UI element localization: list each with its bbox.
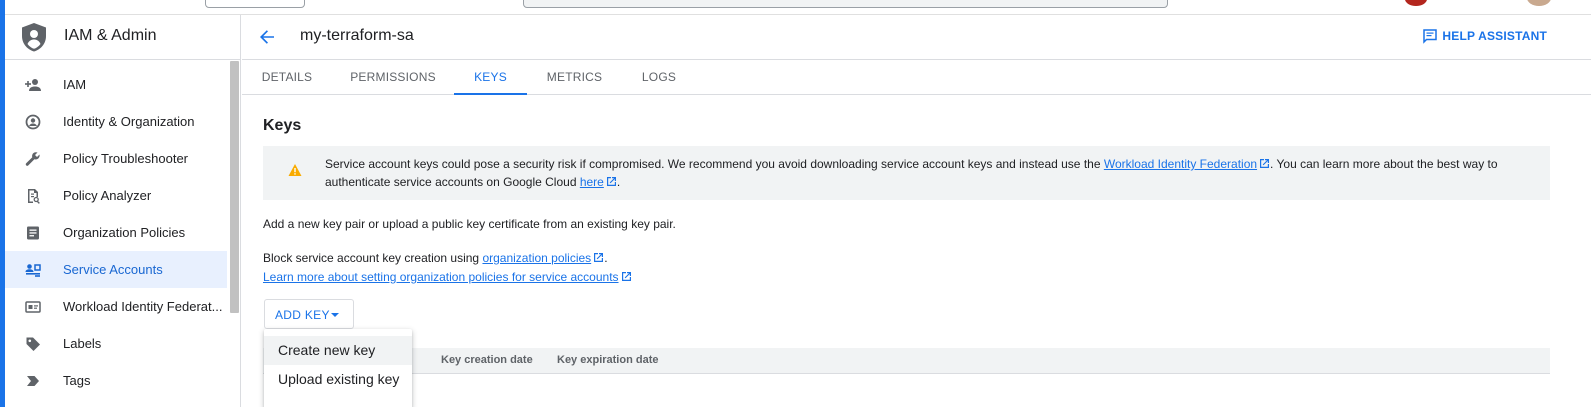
chevron-tag-icon xyxy=(27,376,39,386)
console-top-bar xyxy=(5,0,1591,15)
sidebar-scrollbar[interactable] xyxy=(230,61,239,313)
sidebar-item-tags[interactable]: Tags xyxy=(5,362,227,399)
chat-icon xyxy=(1423,29,1438,44)
block-end: . xyxy=(604,251,608,265)
help-assistant-button[interactable]: HELP ASSISTANT xyxy=(1422,28,1547,44)
column-key-creation-date[interactable]: Key creation date xyxy=(441,354,533,366)
sidebar-item-workload-identity-federation[interactable]: Workload Identity Federat... xyxy=(5,288,227,325)
sidebar-item-organization-policies[interactable]: Organization Policies xyxy=(5,214,227,251)
organization-policies-link[interactable]: organization policies xyxy=(482,251,591,265)
sidebar-item-iam[interactable]: IAM xyxy=(5,66,227,103)
add-key-menu: Create new key Upload existing key xyxy=(264,329,412,407)
policy-text: Block service account key creation using… xyxy=(263,249,632,287)
block-text: Block service account key creation using xyxy=(263,251,483,265)
page-title: my-terraform-sa xyxy=(300,27,414,44)
warning-icon xyxy=(288,164,302,176)
sidebar-item-label: IAM xyxy=(63,77,87,92)
tab-keys[interactable]: KEYS xyxy=(454,60,527,95)
wrench-icon xyxy=(25,152,40,166)
section-title: Keys xyxy=(263,117,302,134)
keys-table-header: Key creation date Key expiration date xyxy=(263,348,1550,374)
warning-text: Service account keys could pose a securi… xyxy=(325,155,1525,191)
tab-permissions[interactable]: PERMISSIONS xyxy=(344,60,442,95)
external-link-icon xyxy=(1260,159,1270,168)
sidebar-item-label: Tags xyxy=(63,373,91,388)
external-link-icon xyxy=(594,253,604,262)
tag-icon xyxy=(26,337,40,351)
add-key-label: ADD KEY xyxy=(275,308,330,322)
workload-identity-federation-link[interactable]: Workload Identity Federation xyxy=(1104,157,1257,171)
intro-text: Add a new key pair or upload a public ke… xyxy=(263,217,676,231)
product-title: IAM & Admin xyxy=(64,27,157,44)
account-circle-icon xyxy=(25,114,41,130)
sidebar-item-policy-troubleshooter[interactable]: Policy Troubleshooter xyxy=(5,140,227,177)
sidebar-item-label: Policy Troubleshooter xyxy=(63,151,189,166)
sidebar-item-identity-organization[interactable]: Identity & Organization xyxy=(5,103,227,140)
external-link-icon xyxy=(606,177,616,186)
sidebar-header: IAM & Admin xyxy=(5,15,241,60)
add-key-button[interactable]: ADD KEY xyxy=(264,299,354,329)
here-link[interactable]: here xyxy=(580,175,604,189)
column-key-expiration-date[interactable]: Key expiration date xyxy=(557,354,658,366)
sidebar-item-label: Workload Identity Federat... xyxy=(63,299,223,314)
main-panel: my-terraform-sa HELP ASSISTANT DETAILS P… xyxy=(242,15,1591,407)
sidebar-item-policy-analyzer[interactable]: Policy Analyzer xyxy=(5,177,227,214)
top-bar-link-fragment[interactable] xyxy=(120,0,150,2)
search-box[interactable] xyxy=(523,0,1168,8)
notification-badge[interactable] xyxy=(1405,0,1427,6)
sidebar-item-service-accounts[interactable]: Service Accounts xyxy=(5,251,227,288)
menu-item-create-new-key[interactable]: Create new key xyxy=(264,336,412,365)
menu-item-upload-existing-key[interactable]: Upload existing key xyxy=(264,365,412,394)
help-assistant-label: HELP ASSISTANT xyxy=(1442,29,1547,43)
sidebar: IAM & Admin IAM Identity & Organization … xyxy=(5,15,241,407)
id-card-icon xyxy=(25,301,41,313)
warning-text-part: . xyxy=(616,175,621,189)
security-warning-banner: Service account keys could pose a securi… xyxy=(263,146,1550,200)
sidebar-item-label: Organization Policies xyxy=(63,225,186,240)
sidebar-item-label: Identity & Organization xyxy=(63,114,195,129)
list-document-icon xyxy=(27,226,39,240)
sidebar-item-labels[interactable]: Labels xyxy=(5,325,227,362)
page-header: my-terraform-sa HELP ASSISTANT xyxy=(242,15,1591,60)
caret-down-icon xyxy=(331,313,339,317)
sidebar-item-label: Service Accounts xyxy=(63,262,163,277)
shield-icon xyxy=(22,23,46,52)
tab-details[interactable]: DETAILS xyxy=(251,60,323,95)
tab-logs[interactable]: LOGS xyxy=(632,60,686,95)
sidebar-item-label: Labels xyxy=(63,336,102,351)
warning-text-part: Service account keys could pose a securi… xyxy=(325,157,1104,171)
external-link-icon xyxy=(621,272,631,281)
tab-bar: DETAILS PERMISSIONS KEYS METRICS LOGS xyxy=(242,60,1591,95)
keys-content: Keys Service account keys could pose a s… xyxy=(242,96,1591,407)
account-avatar[interactable] xyxy=(1527,0,1551,6)
project-selector[interactable] xyxy=(205,0,305,8)
learn-more-link[interactable]: Learn more about setting organization po… xyxy=(263,270,619,284)
document-search-icon xyxy=(28,189,40,204)
tab-metrics[interactable]: METRICS xyxy=(538,60,611,95)
service-account-icon xyxy=(25,264,41,277)
sidebar-item-label: Policy Analyzer xyxy=(63,188,152,203)
back-arrow-icon[interactable] xyxy=(256,26,278,48)
add-person-icon xyxy=(25,79,41,91)
